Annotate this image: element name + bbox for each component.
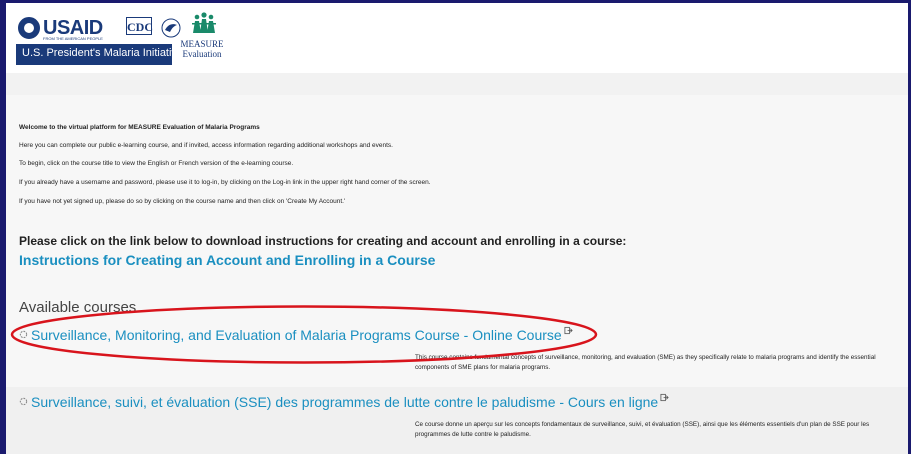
course-item: Surveillance, suivi, et évaluation (SSE)… [6, 387, 908, 454]
course-link-french[interactable]: Surveillance, suivi, et évaluation (SSE)… [19, 393, 669, 410]
enrol-icon[interactable] [564, 326, 573, 335]
course-item: Surveillance, Monitoring, and Evaluation… [6, 323, 908, 376]
course-bullet-icon [19, 397, 28, 406]
intro-line-1: Here you can complete our public e-learn… [19, 142, 393, 149]
course-title: Surveillance, Monitoring, and Evaluation… [31, 327, 562, 343]
course-summary: Ce course donne un aperçu sur les concep… [415, 421, 870, 438]
intro-line-4: If you have not yet signed up, please do… [19, 198, 346, 205]
course-title: Surveillance, suivi, et évaluation (SSE)… [31, 394, 659, 410]
download-heading: Please click on the link below to downlo… [19, 234, 627, 248]
cdc-logo: CDC [126, 17, 153, 35]
pmi-banner: U.S. President's Malaria Initiative [16, 44, 183, 65]
hhs-eagle-icon [161, 18, 181, 38]
intro-line-2: To begin, click on the course title to v… [19, 160, 294, 167]
instructions-link[interactable]: Instructions for Creating an Account and… [19, 252, 435, 268]
measure-people-icon [192, 12, 216, 33]
main-content: Welcome to the virtual platform for MEAS… [6, 95, 908, 454]
intro-line-3: If you already have a username and passw… [19, 179, 431, 186]
course-link-english[interactable]: Surveillance, Monitoring, and Evaluation… [19, 326, 573, 343]
welcome-text: Welcome to the virtual platform for MEAS… [19, 124, 260, 131]
enrol-icon[interactable] [660, 393, 669, 402]
course-bullet-icon [19, 330, 28, 339]
usaid-seal-icon [18, 17, 40, 39]
site-header: USAID FROM THE AMERICAN PEOPLE CDC U.S. … [6, 3, 908, 73]
usaid-tagline: FROM THE AMERICAN PEOPLE [43, 36, 103, 41]
logo-row: USAID FROM THE AMERICAN PEOPLE CDC [16, 12, 244, 41]
measure-evaluation-logo: MEASURE Evaluation [180, 39, 224, 59]
partner-logos[interactable]: USAID FROM THE AMERICAN PEOPLE CDC U.S. … [16, 12, 244, 65]
available-courses-heading: Available courses [19, 299, 137, 316]
pmi-label: U.S. President's Malaria Initiative [22, 47, 184, 59]
course-summary: This course contains fundamental concept… [415, 354, 876, 371]
navbar [6, 73, 908, 95]
